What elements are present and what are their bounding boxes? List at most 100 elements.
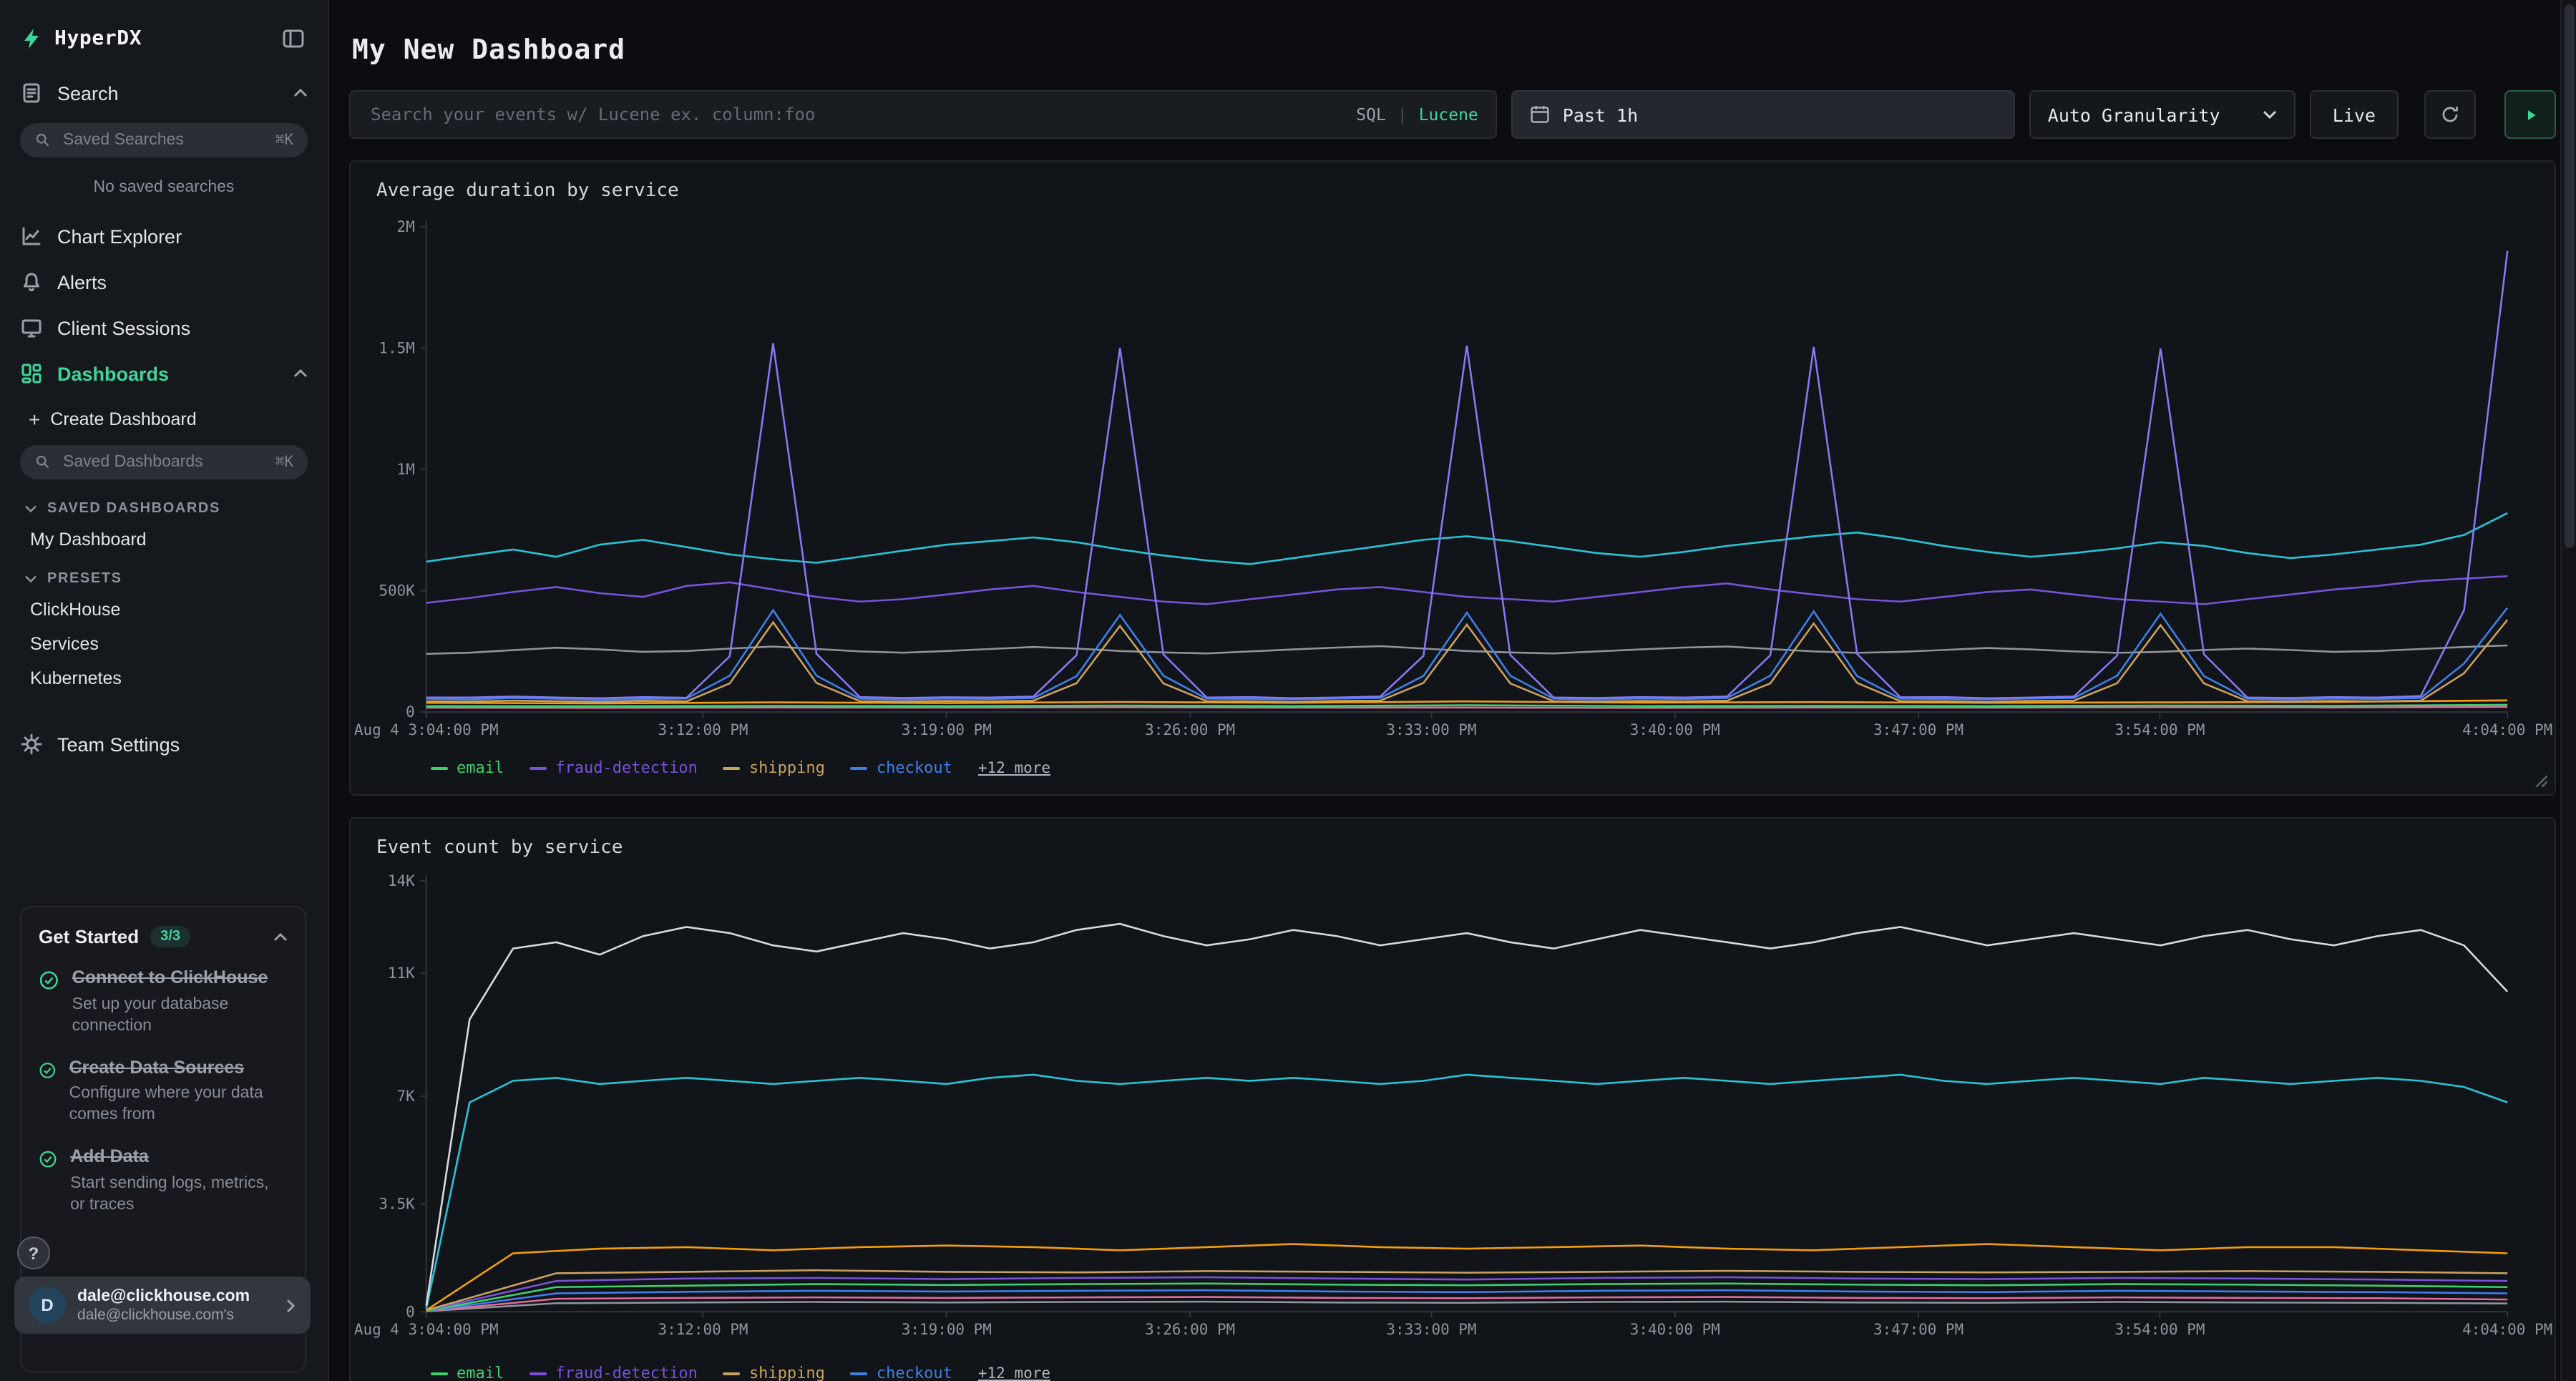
sql-toggle[interactable]: SQL [1356,104,1386,125]
chevron-down-icon [2263,109,2277,120]
legend-item-shipping[interactable]: shipping [723,758,825,777]
saved-dashboards-input-wrap: ⌘K [20,445,308,479]
legend-item-email[interactable]: email [431,758,504,777]
sidebar-item-dashboards[interactable]: Dashboards [0,351,328,396]
chart-title[interactable]: Event count by service [351,819,2555,869]
no-saved-searches-text: No saved searches [0,165,328,213]
check-circle-icon [39,1058,57,1081]
legend-more-link[interactable]: +12 more [978,759,1050,776]
check-circle-icon [39,969,59,992]
saved-dashboards-section-header[interactable]: SAVED DASHBOARDS [0,487,328,522]
chevron-up-icon [293,87,308,99]
svg-text:4:04:00 PM: 4:04:00 PM [2462,721,2552,738]
get-started-header[interactable]: Get Started 3/3 [39,926,288,947]
svg-text:7K: 7K [397,1088,416,1105]
svg-text:3:54:00 PM: 3:54:00 PM [2114,721,2205,738]
chevron-up-icon [273,931,288,942]
sidebar-item-kubernetes[interactable]: Kubernetes [0,661,328,696]
plus-icon: + [29,412,40,426]
sidebar-item-chart-explorer[interactable]: Chart Explorer [0,213,328,259]
resize-handle[interactable] [2533,773,2547,787]
sidebar-item-label: Chart Explorer [57,225,182,247]
scrollbar-thumb[interactable] [2565,4,2575,548]
saved-dashboards-input[interactable] [60,452,267,472]
sidebar-item-team-settings[interactable]: Team Settings [0,721,328,767]
svg-text:14K: 14K [388,872,415,889]
search-icon [34,132,52,149]
sidebar-item-my-dashboard[interactable]: My Dashboard [0,522,328,557]
task-desc: Start sending logs, metrics, or traces [70,1173,288,1216]
task-add-data[interactable]: Add Data Start sending logs, metrics, or… [39,1146,288,1216]
avg-duration-line-chart[interactable]: 0500K1M1.5M2MAug 4 3:04:00 PM3:12:00 PM3… [351,212,2555,750]
hyperdx-logo-icon [20,27,43,50]
legend-dash [851,1372,868,1375]
refresh-icon [2440,104,2460,125]
refresh-button[interactable] [2424,90,2476,139]
presets-section-header[interactable]: PRESETS [0,557,328,592]
create-dashboard-button[interactable]: + Create Dashboard [0,396,328,438]
svg-text:3:12:00 PM: 3:12:00 PM [658,721,748,738]
progress-badge: 3/3 [150,926,190,947]
scrollbar[interactable] [2560,0,2576,1381]
saved-searches-input[interactable] [60,130,267,150]
sidebar-item-services[interactable]: Services [0,627,328,661]
legend-more-link[interactable]: +12 more [978,1365,1050,1381]
task-create-data-sources[interactable]: Create Data Sources Configure where your… [39,1057,288,1126]
event-count-line-chart[interactable]: 03.5K7K11K14KAug 4 3:04:00 PM3:12:00 PM3… [351,869,2555,1355]
svg-text:11K: 11K [388,965,415,982]
svg-text:3:12:00 PM: 3:12:00 PM [658,1321,748,1338]
svg-text:1M: 1M [397,461,415,478]
chevron-down-icon [24,574,37,584]
svg-text:3:26:00 PM: 3:26:00 PM [1145,1321,1235,1338]
event-search-input[interactable] [368,103,1342,126]
chart-icon [20,225,43,248]
legend-dash [530,766,547,769]
live-button[interactable]: Live [2310,90,2399,139]
get-started-title: Get Started [39,926,139,947]
chart-panel-event-count: Event count by service 03.5K7K11K14KAug … [349,817,2556,1381]
dashboards-grid-icon [20,362,43,385]
dashboard-controls: SQL | Lucene Past 1h Auto Granularity Li… [349,90,2556,139]
svg-text:500K: 500K [379,582,415,600]
legend-item-shipping[interactable]: shipping [723,1364,825,1381]
legend-item-email[interactable]: email [431,1364,504,1381]
time-range-value: Past 1h [1563,104,1638,125]
sidebar-item-clickhouse[interactable]: ClickHouse [0,592,328,627]
svg-text:3:54:00 PM: 3:54:00 PM [2114,1321,2205,1338]
svg-text:0: 0 [406,703,415,721]
svg-text:3.5K: 3.5K [379,1196,415,1213]
avatar: D [29,1287,66,1324]
run-query-button[interactable] [2504,90,2556,139]
play-icon [2521,105,2540,124]
gear-icon [20,733,43,756]
legend-item-fraud-detection[interactable]: fraud-detection [530,1364,698,1381]
chart-legend: email fraud-detection shipping checkout … [351,750,2555,794]
granularity-select[interactable]: Auto Granularity [2029,90,2296,139]
svg-text:3:26:00 PM: 3:26:00 PM [1145,721,1235,738]
collapse-sidebar-icon[interactable] [279,24,308,53]
help-button[interactable]: ? [17,1236,50,1269]
sidebar-item-client-sessions[interactable]: Client Sessions [0,305,328,351]
svg-text:Aug 4 3:04:00 PM: Aug 4 3:04:00 PM [354,1321,499,1338]
task-desc: Configure where your data comes from [69,1083,288,1126]
query-language-toggle: SQL | Lucene [1356,104,1478,125]
user-menu[interactable]: D dale@clickhouse.com dale@clickhouse.co… [14,1277,311,1334]
svg-text:Aug 4 3:04:00 PM: Aug 4 3:04:00 PM [354,721,499,738]
task-title: Connect to ClickHouse [72,967,288,990]
task-connect-clickhouse[interactable]: Connect to ClickHouse Set up your databa… [39,967,288,1037]
legend-item-checkout[interactable]: checkout [851,758,952,777]
lucene-toggle[interactable]: Lucene [1419,104,1478,125]
calendar-icon [1530,104,1550,125]
legend-item-checkout[interactable]: checkout [851,1364,952,1381]
svg-text:3:40:00 PM: 3:40:00 PM [1630,1321,1720,1338]
sidebar-item-search[interactable]: Search [0,70,328,116]
legend-dash [431,766,448,769]
sidebar-item-alerts[interactable]: Alerts [0,259,328,305]
legend-item-fraud-detection[interactable]: fraud-detection [530,758,698,777]
page-title: My New Dashboard [352,34,2556,66]
svg-text:3:19:00 PM: 3:19:00 PM [902,1321,992,1338]
sidebar-item-label: Search [57,82,119,104]
legend-dash [851,766,868,769]
chart-title[interactable]: Average duration by service [351,162,2555,212]
time-range-picker[interactable]: Past 1h [1511,90,2015,139]
